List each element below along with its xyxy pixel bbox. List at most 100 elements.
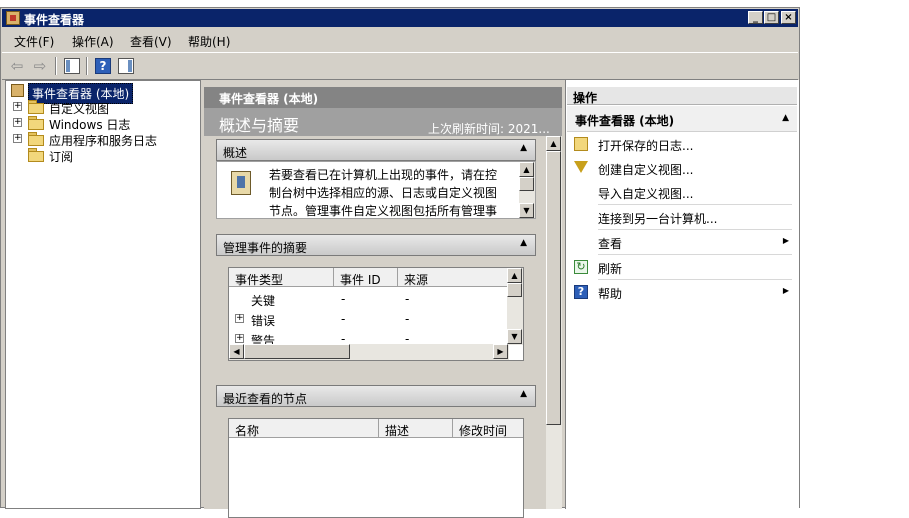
- summary-horizontal-scrollbar[interactable]: ◀ ▶: [229, 344, 509, 360]
- section-title: 最近查看的节点: [223, 392, 308, 406]
- source-cell: -: [405, 292, 410, 306]
- overview-body: 若要查看已在计算机上出现的事件，请在控 制台树中选择相应的源、日志或自定义视图 …: [216, 161, 536, 219]
- center-content: 概述 ▲ 若要查看已在计算机上出现的事件，请在控 制台树中选择相应的源、日志或自…: [204, 136, 546, 518]
- column-header-event-id[interactable]: 事件 ID: [334, 268, 398, 287]
- event-type-cell: 错误: [251, 314, 276, 328]
- event-type-cell: 关键: [251, 294, 276, 308]
- column-header-source[interactable]: 来源: [398, 268, 508, 287]
- toolbar-separator: [86, 57, 88, 75]
- expand-icon[interactable]: +: [13, 118, 22, 127]
- collapse-icon[interactable]: ▲: [520, 238, 527, 248]
- collapse-icon[interactable]: ▲: [520, 389, 527, 399]
- tree-item-custom-views[interactable]: + 自定义视图: [6, 99, 200, 116]
- event-id-cell: -: [341, 312, 346, 326]
- forward-arrow-icon[interactable]: ⇨: [30, 57, 50, 75]
- title-bar: 事件查看器 _ □ ×: [2, 9, 798, 27]
- toolbar: ⇦ ⇨ ?: [2, 52, 798, 80]
- scroll-down-icon[interactable]: ▼: [519, 203, 534, 218]
- menu-action[interactable]: 操作(A): [72, 33, 114, 50]
- scroll-thumb[interactable]: [546, 151, 561, 425]
- center-scrollbar[interactable]: ▲: [546, 136, 562, 509]
- help-icon[interactable]: ?: [95, 58, 111, 74]
- expand-icon[interactable]: +: [235, 314, 244, 323]
- action-label: 刷新: [598, 262, 623, 276]
- folder-icon: [28, 132, 44, 146]
- toolbar-separator: [55, 57, 57, 75]
- action-create-custom-view[interactable]: 创建自定义视图...: [567, 156, 797, 180]
- column-header-event-type[interactable]: 事件类型: [229, 268, 334, 287]
- scroll-left-icon[interactable]: ◀: [229, 344, 244, 359]
- event-log-icon: [231, 171, 251, 195]
- folder-icon: [28, 116, 44, 130]
- event-viewer-app-icon: [6, 11, 20, 25]
- expand-icon[interactable]: +: [13, 134, 22, 143]
- column-header-description[interactable]: 描述: [379, 419, 453, 438]
- column-header-modified-time[interactable]: 修改时间: [453, 419, 523, 438]
- scroll-up-icon[interactable]: ▲: [507, 268, 522, 283]
- scroll-thumb[interactable]: [507, 283, 522, 297]
- actions-group-header[interactable]: 事件查看器 (本地) ▲: [567, 106, 797, 132]
- action-label: 创建自定义视图...: [598, 163, 694, 177]
- action-connect-another-computer[interactable]: 连接到另一台计算机...: [567, 205, 797, 229]
- event-viewer-icon: [11, 84, 24, 97]
- scroll-thumb[interactable]: [244, 344, 350, 359]
- tree-item-windows-logs[interactable]: + Windows 日志: [6, 115, 200, 132]
- section-title: 管理事件的摘要: [223, 241, 308, 255]
- scroll-down-icon[interactable]: ▼: [507, 329, 522, 344]
- collapse-icon[interactable]: ▲: [520, 143, 527, 153]
- scroll-up-icon[interactable]: ▲: [546, 136, 561, 151]
- column-header-name[interactable]: 名称: [229, 419, 379, 438]
- submenu-arrow-icon: ▶: [782, 236, 789, 245]
- source-cell: -: [405, 312, 410, 326]
- section-title: 概述: [223, 146, 248, 160]
- tree-item-label: 订阅: [49, 150, 74, 164]
- back-arrow-icon[interactable]: ⇦: [7, 57, 27, 75]
- event-viewer-window: 事件查看器 _ □ × 文件(F) 操作(A) 查看(V) 帮助(H) ⇦ ⇨ …: [0, 7, 800, 518]
- overview-section: 概述 ▲ 若要查看已在计算机上出现的事件，请在控 制台树中选择相应的源、日志或自…: [216, 139, 536, 219]
- open-log-icon: [574, 137, 588, 151]
- scroll-up-icon[interactable]: ▲: [519, 162, 534, 177]
- table-row[interactable]: + 错误 - -: [229, 309, 509, 329]
- overview-text-line: 若要查看已在计算机上出现的事件，请在控: [269, 168, 498, 182]
- expand-icon[interactable]: +: [235, 334, 244, 343]
- action-import-custom-view[interactable]: 导入自定义视图...: [567, 180, 797, 204]
- folder-icon: [28, 148, 44, 162]
- page-title: 概述与摘要: [219, 116, 300, 135]
- collapse-icon[interactable]: ▲: [782, 113, 789, 123]
- tree-item-subscriptions[interactable]: 订阅: [6, 147, 200, 164]
- close-button[interactable]: ×: [781, 11, 796, 24]
- scroll-right-icon[interactable]: ▶: [493, 344, 508, 359]
- folder-icon: [28, 100, 44, 114]
- action-open-saved-log[interactable]: 打开保存的日志...: [567, 132, 797, 156]
- menu-help[interactable]: 帮助(H): [188, 33, 230, 50]
- tree-item-event-viewer-local[interactable]: 事件查看器 (本地): [6, 83, 200, 104]
- actions-title: 操作: [573, 91, 598, 105]
- maximize-button[interactable]: □: [764, 11, 779, 24]
- window-title: 事件查看器: [24, 13, 85, 27]
- action-label: 打开保存的日志...: [598, 139, 694, 153]
- overview-scrollbar[interactable]: ▲ ▼: [519, 162, 535, 218]
- overview-text-line: 节点。管理事件自定义视图包括所有管理事: [269, 204, 498, 218]
- expand-icon[interactable]: +: [13, 102, 22, 111]
- show-hide-console-tree-icon[interactable]: [64, 58, 80, 74]
- menu-view[interactable]: 查看(V): [130, 33, 172, 50]
- overview-text-line: 制台树中选择相应的源、日志或自定义视图: [269, 186, 498, 200]
- console-tree: 事件查看器 (本地) + 自定义视图 + Windows 日志 + 应用程序和服…: [5, 80, 201, 509]
- action-refresh[interactable]: ↻ 刷新: [567, 255, 797, 279]
- recent-header[interactable]: 最近查看的节点 ▲: [216, 385, 536, 407]
- show-hide-action-pane-icon[interactable]: [118, 58, 134, 74]
- summary-vertical-scrollbar[interactable]: ▲ ▼: [507, 268, 523, 345]
- table-row[interactable]: 关键 - -: [229, 289, 509, 309]
- action-view[interactable]: 查看 ▶: [567, 230, 797, 254]
- center-subtitle-bar: 概述与摘要 上次刷新时间: 2021...: [204, 108, 562, 136]
- menu-file[interactable]: 文件(F): [14, 33, 54, 50]
- tree-item-app-service-logs[interactable]: + 应用程序和服务日志: [6, 131, 200, 148]
- center-pane-header: 事件查看器 (本地): [204, 87, 562, 108]
- minimize-button[interactable]: _: [748, 11, 763, 24]
- summary-header[interactable]: 管理事件的摘要 ▲: [216, 234, 536, 256]
- summary-table: 事件类型 事件 ID 来源 关键 - - + 错误 - - + 警告 - - ▲…: [228, 267, 524, 361]
- action-help[interactable]: ? 帮助 ▶: [567, 280, 797, 304]
- overview-header[interactable]: 概述 ▲: [216, 139, 536, 161]
- actions-header: 操作: [567, 87, 797, 105]
- scroll-thumb[interactable]: [519, 177, 534, 191]
